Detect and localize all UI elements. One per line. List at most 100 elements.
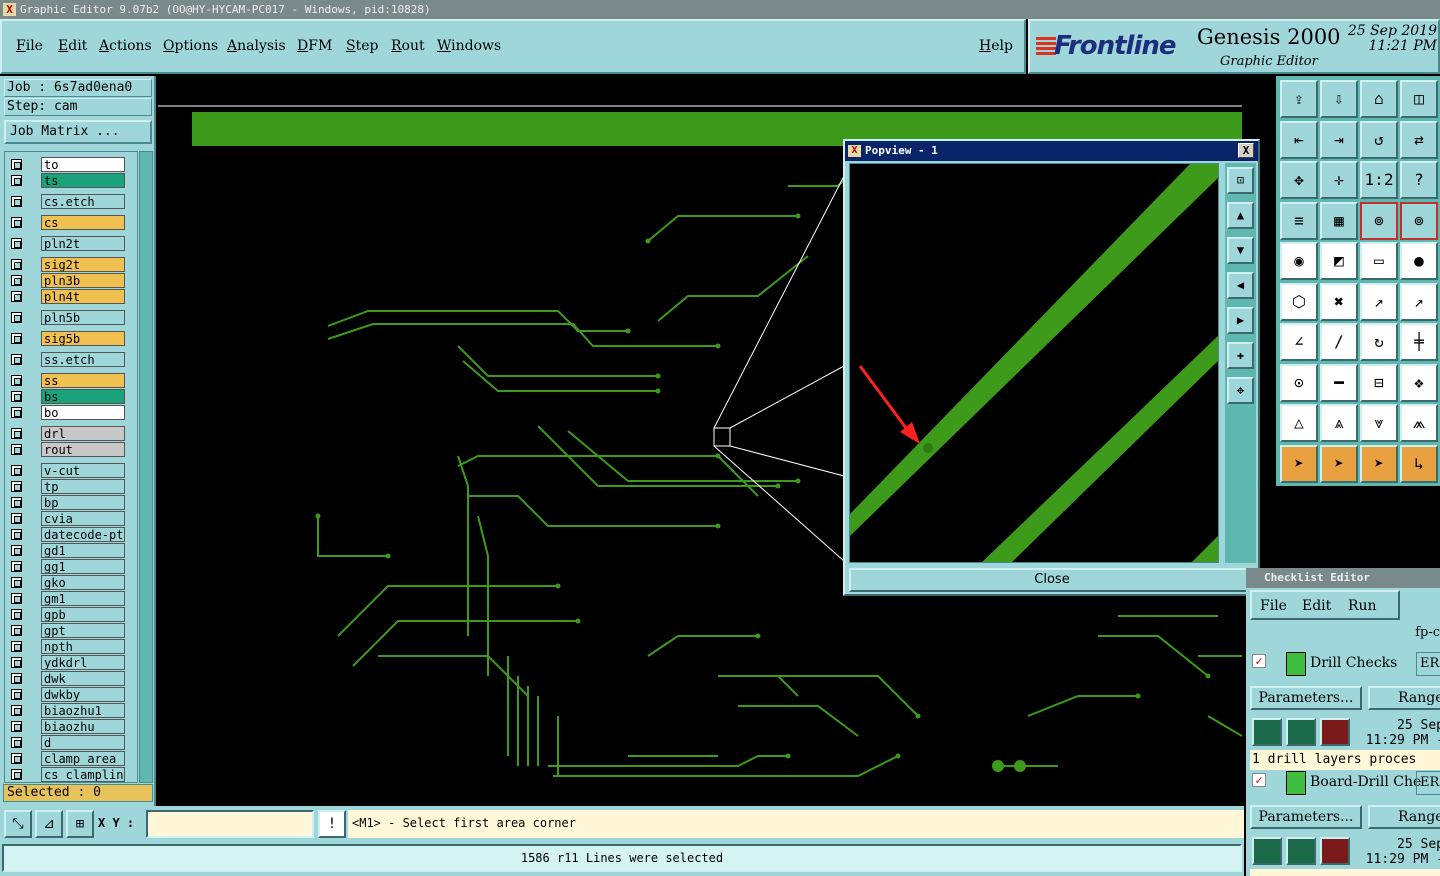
layer-row[interactable]: pln2t [7, 236, 125, 251]
swap-icon[interactable]: ⇄ [1400, 120, 1438, 159]
popview-close-icon[interactable]: X [1238, 143, 1254, 158]
layer-name[interactable]: gd1 [41, 543, 125, 558]
layer-name[interactable]: to [41, 157, 125, 172]
layer-row[interactable]: biaozhu [7, 719, 125, 734]
properties-icon[interactable]: ≡ [1280, 201, 1318, 240]
popview-pan-up-icon[interactable]: ▲ [1227, 202, 1254, 229]
layer-affected-checkbox[interactable] [11, 354, 22, 365]
layer-name[interactable]: tp [41, 479, 125, 494]
zoom-fit-icon[interactable]: ✥ [1280, 161, 1318, 199]
layer-affected-checkbox[interactable] [11, 259, 22, 270]
add-arc-icon[interactable]: ↗ [1400, 282, 1438, 321]
menu-windows[interactable]: Windows [437, 38, 501, 54]
measure-icon[interactable]: ⊿ [35, 810, 63, 838]
layer-affected-checkbox[interactable] [11, 625, 22, 636]
move-point-icon[interactable]: ⊙ [1280, 363, 1318, 402]
pad-icon[interactable]: ● [1400, 242, 1438, 280]
popview-zoom-in-icon[interactable]: ✚ [1227, 342, 1254, 369]
layer-name[interactable]: gg1 [41, 559, 125, 574]
layer-affected-checkbox[interactable] [11, 391, 22, 402]
copy-up-icon[interactable]: ⇪ [1280, 80, 1318, 118]
layer-name[interactable]: bp [41, 495, 125, 510]
run-check-icon[interactable] [1252, 837, 1282, 865]
layer-affected-checkbox[interactable] [11, 428, 22, 439]
move-right-icon[interactable]: ⇥ [1320, 120, 1358, 159]
feature-select-icon[interactable]: ◉ [1280, 242, 1318, 280]
layer-affected-checkbox[interactable] [11, 737, 22, 748]
layer-row[interactable]: ss.etch [7, 352, 125, 367]
menu-actions[interactable]: Actions [99, 38, 152, 54]
layer-affected-checkbox[interactable] [11, 407, 22, 418]
layer-name[interactable]: datecode-pte [41, 527, 125, 542]
pointer-route-icon[interactable]: ↳ [1400, 444, 1438, 483]
layer-name[interactable]: gpb [41, 607, 125, 622]
layer-name[interactable]: ss.etch [41, 352, 125, 367]
tri-2-icon[interactable]: ⩓ [1320, 404, 1358, 442]
tri-1-icon[interactable]: △ [1280, 404, 1318, 442]
layer-name[interactable]: npth [41, 639, 125, 654]
layer-affected-checkbox[interactable] [11, 238, 22, 249]
layer-name[interactable]: drl [41, 426, 125, 441]
layer-name[interactable]: ydkdrl [41, 655, 125, 670]
layer-affected-checkbox[interactable] [11, 333, 22, 344]
layer-affected-checkbox[interactable] [11, 196, 22, 207]
layer-row[interactable]: cvia [7, 511, 125, 526]
layer-affected-checkbox[interactable] [11, 529, 22, 540]
layer-affected-checkbox[interactable] [11, 689, 22, 700]
layer-row[interactable]: gpt [7, 623, 125, 638]
job-matrix-button[interactable]: Job Matrix ... [4, 120, 152, 144]
ruler-icon[interactable]: ▭ [1360, 242, 1398, 280]
run-check-icon[interactable] [1252, 718, 1282, 746]
layer-name[interactable]: bo [41, 405, 125, 420]
layer-row[interactable]: pln5b [7, 310, 125, 325]
run-step-icon[interactable] [1286, 837, 1316, 865]
layer-row[interactable]: bo [7, 405, 125, 420]
layer-name[interactable]: sig2t [41, 257, 125, 272]
layer-affected-checkbox[interactable] [11, 275, 22, 286]
shapes-icon[interactable]: ❖ [1400, 363, 1438, 402]
slash-icon[interactable]: ∕ [1320, 323, 1358, 361]
layer-affected-checkbox[interactable] [11, 593, 22, 604]
layer-row[interactable]: gpb [7, 607, 125, 622]
layer-affected-checkbox[interactable] [11, 545, 22, 556]
layer-name[interactable]: pln5b [41, 310, 125, 325]
layer-affected-checkbox[interactable] [11, 217, 22, 228]
menu-rout[interactable]: Rout [391, 38, 425, 54]
layer-color-icon[interactable]: ◩ [1320, 242, 1358, 280]
layer-name[interactable]: dwkby [41, 687, 125, 702]
checklist-menu-edit[interactable]: Edit [1302, 598, 1331, 614]
layer-name[interactable]: clamp_area [41, 751, 125, 766]
layer-name[interactable]: v-cut [41, 463, 125, 478]
layer-name[interactable]: pln3b [41, 273, 125, 288]
menu-options[interactable]: Options [163, 38, 218, 54]
check-enabled-checkbox[interactable]: ✓ [1252, 654, 1266, 668]
snap-on-icon[interactable]: ⊚ [1360, 201, 1398, 240]
layer-affected-checkbox[interactable] [11, 673, 22, 684]
layer-name[interactable]: gpt [41, 623, 125, 638]
layer-row[interactable]: ydkdrl [7, 655, 125, 670]
layer-name[interactable]: dwk [41, 671, 125, 686]
layer-row[interactable]: gko [7, 575, 125, 590]
layer-affected-checkbox[interactable] [11, 561, 22, 572]
layer-row[interactable]: ss [7, 373, 125, 388]
layer-row[interactable]: clamp_area [7, 751, 125, 766]
home-icon[interactable]: ⌂ [1360, 80, 1398, 118]
layer-row[interactable]: drl [7, 426, 125, 441]
pointer-icon[interactable]: ➤ [1280, 444, 1318, 483]
copy-down-icon[interactable]: ⇩ [1320, 80, 1358, 118]
layer-name[interactable]: sig5b [41, 331, 125, 346]
popview-pan-down-icon[interactable]: ▼ [1227, 237, 1254, 264]
layer-affected-checkbox[interactable] [11, 497, 22, 508]
cross-icon[interactable]: ╪ [1400, 323, 1438, 361]
layer-row[interactable]: v-cut [7, 463, 125, 478]
layer-row[interactable]: gd1 [7, 543, 125, 558]
layer-affected-checkbox[interactable] [11, 609, 22, 620]
layer-affected-checkbox[interactable] [11, 577, 22, 588]
layer-row[interactable]: ts [7, 173, 125, 188]
delete-icon[interactable]: ✖ [1320, 282, 1358, 321]
stop-check-icon[interactable] [1320, 718, 1350, 746]
layer-row[interactable]: cs.etch [7, 194, 125, 209]
pan-icon[interactable]: ✛ [1320, 161, 1358, 199]
layer-row[interactable]: bs [7, 389, 125, 404]
layer-row[interactable]: pln4t [7, 289, 125, 304]
